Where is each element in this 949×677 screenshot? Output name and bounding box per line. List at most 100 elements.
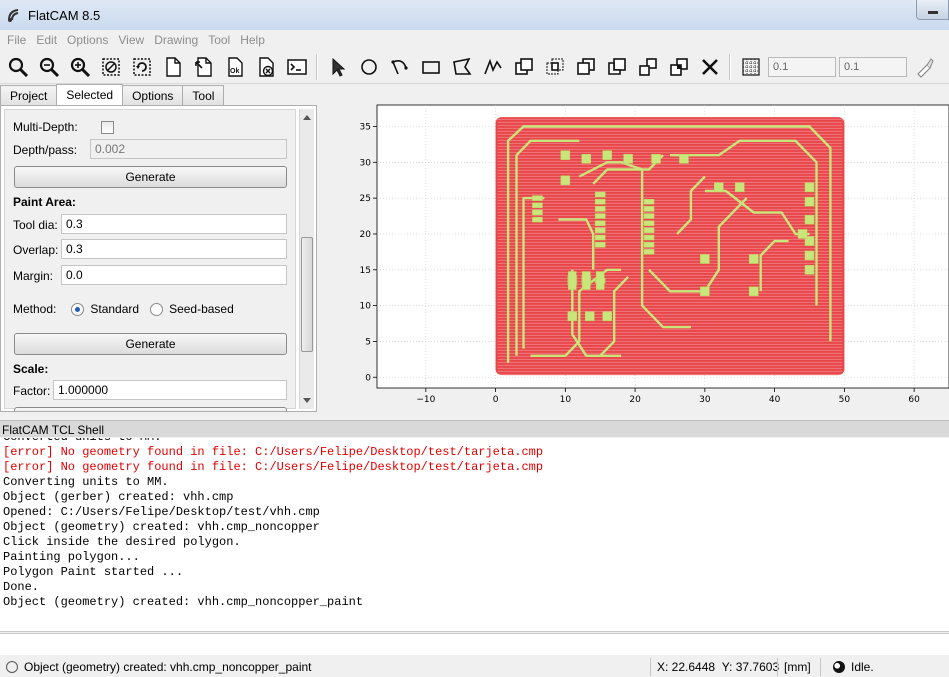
cut-icon[interactable] [603, 53, 631, 81]
copper-pad [643, 234, 655, 241]
select-arrow-icon[interactable] [324, 53, 352, 81]
window-title: FlatCAM 8.5 [28, 7, 101, 23]
multi-depth-checkbox[interactable] [100, 120, 114, 134]
scroll-down-icon[interactable] [303, 398, 311, 403]
union-icon[interactable] [510, 53, 538, 81]
tab-tool[interactable]: Tool [182, 85, 225, 105]
menu-edit[interactable]: Edit [31, 33, 62, 47]
panel-content: Multi-Depth: Depth/pass: 0.002 Generate … [4, 109, 296, 411]
copper-pad [748, 254, 759, 264]
scale-button[interactable] [14, 407, 287, 411]
tab-options[interactable]: Options [122, 85, 184, 105]
paint-area-title: Paint Area: [13, 195, 76, 209]
copper-pad [679, 153, 689, 164]
margin-field[interactable]: 0.0 [61, 265, 287, 285]
arc-icon[interactable] [386, 53, 414, 81]
method-seed-label[interactable]: Seed-based [169, 302, 234, 316]
grid-x-input[interactable] [768, 56, 836, 77]
copper-pad [594, 206, 606, 212]
margin-row: Margin: [13, 269, 53, 283]
method-standard-label[interactable]: Standard [90, 302, 139, 316]
tool-dia-field[interactable]: 0.3 [61, 214, 287, 234]
shell-input[interactable] [0, 633, 949, 655]
method-seed-radio[interactable] [150, 302, 164, 316]
x-tick-label: 20 [629, 395, 641, 405]
tab-project[interactable]: Project [0, 85, 58, 105]
zoom-out-icon[interactable] [35, 53, 63, 81]
zoom-fit-icon[interactable] [4, 53, 32, 81]
units-label: [mm] [784, 659, 811, 674]
grid-y-input[interactable] [839, 56, 907, 77]
generate-paint-button[interactable]: Generate [14, 333, 287, 355]
shell-line: Object (geometry) created: vhh.cmp_nonco… [3, 595, 364, 609]
menu-help[interactable]: Help [235, 33, 270, 47]
scrollbar-thumb[interactable] [301, 237, 313, 352]
copper-pad [567, 311, 578, 322]
panel-scrollbar[interactable] [299, 109, 314, 409]
copper-pad [594, 198, 606, 205]
plot-canvas[interactable]: −10 0 10 20 30 40 50 60 0 5 10 15 20 25 30 35 [320, 85, 949, 418]
subtract-icon[interactable] [572, 53, 600, 81]
cursor-y: Y: 37.7603 [721, 659, 780, 674]
delete-icon[interactable] [252, 53, 280, 81]
copper-pad [594, 191, 606, 198]
copy-icon[interactable] [634, 53, 662, 81]
y-tick-label: 25 [360, 194, 371, 204]
copper-pad [532, 216, 543, 223]
shell-icon[interactable] [283, 53, 311, 81]
copper-pad [643, 227, 655, 234]
open-file-icon[interactable] [190, 53, 218, 81]
copper-pad [804, 250, 815, 261]
rectangle-icon[interactable] [417, 53, 445, 81]
plot-svg[interactable]: −10 0 10 20 30 40 50 60 0 5 10 15 20 25 30 35 [320, 85, 949, 418]
activity-icon [833, 660, 845, 673]
menu-file[interactable]: File [2, 33, 31, 47]
copper-pad [804, 265, 815, 275]
menu-tool[interactable]: Tool [203, 33, 235, 47]
factor-field[interactable]: 1.000000 [53, 380, 287, 400]
overlap-field[interactable]: 0.3 [61, 239, 287, 259]
grid-snap-icon[interactable] [737, 53, 765, 81]
zoom-in-icon[interactable] [66, 53, 94, 81]
x-tick-label: −10 [416, 395, 435, 405]
circle-icon[interactable] [355, 53, 383, 81]
shell-line: Polygon Paint started ... [3, 565, 184, 579]
generate-cnc-button[interactable]: Generate [14, 166, 287, 188]
multi-depth-row: Multi-Depth: [13, 120, 114, 134]
method-row: Method: Standard Seed-based [13, 302, 234, 316]
polygon-icon[interactable] [448, 53, 476, 81]
status-message: Object (geometry) created: vhh.cmp_nonco… [24, 659, 312, 674]
x-axis-ticks: −10 0 10 20 30 40 50 60 [416, 388, 920, 405]
cursor-coordinates: X: 22.6448 Y: 37.7603 [657, 660, 779, 674]
move-icon[interactable] [665, 53, 693, 81]
clear-plot-icon[interactable] [97, 53, 125, 81]
copper-pad [643, 213, 655, 219]
depth-pass-label: Depth/pass: [13, 143, 78, 157]
replot-icon[interactable] [128, 53, 156, 81]
menu-drawing[interactable]: Drawing [149, 33, 203, 47]
tab-selected[interactable]: Selected [56, 84, 124, 105]
copper-pad [643, 198, 655, 205]
copper-pad [560, 175, 571, 185]
intersection-icon[interactable] [541, 53, 569, 81]
shell-line: [error] No geometry found in file: C:/Us… [3, 460, 544, 474]
copper-pad [804, 214, 815, 225]
svg-text:Ok: Ok [230, 68, 239, 75]
ok-icon[interactable]: Ok [221, 53, 249, 81]
copper-pad [594, 220, 606, 226]
method-standard-radio[interactable] [71, 302, 85, 316]
scroll-up-icon[interactable] [303, 115, 311, 120]
copper-pad [602, 311, 612, 322]
x-tick-label: 30 [699, 395, 711, 405]
depth-pass-field[interactable]: 0.002 [90, 139, 287, 159]
y-tick-label: 0 [365, 373, 371, 383]
new-file-icon[interactable] [159, 53, 187, 81]
paint-fill-area [495, 117, 845, 376]
menu-view[interactable]: View [113, 33, 149, 47]
corner-snap-icon[interactable] [910, 53, 938, 81]
menu-options[interactable]: Options [62, 33, 113, 47]
path-icon[interactable] [479, 53, 507, 81]
delete-shape-icon[interactable] [696, 53, 724, 81]
window-minimize-button[interactable] [916, 0, 949, 20]
selected-panel: Multi-Depth: Depth/pass: 0.002 Generate … [0, 105, 317, 412]
